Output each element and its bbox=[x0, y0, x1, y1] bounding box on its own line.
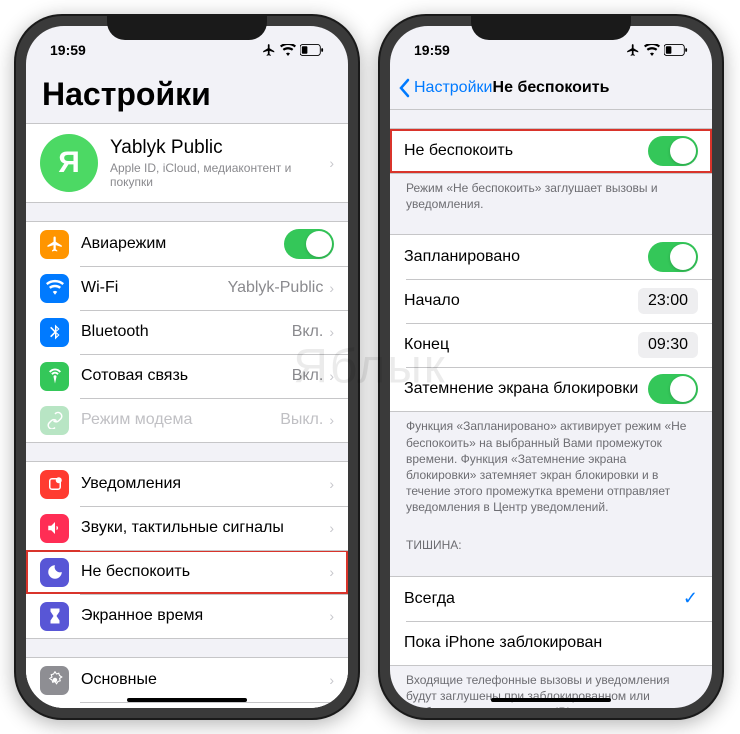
gear-icon bbox=[40, 666, 69, 695]
phone-left: 19:59 Настройки Я Yablyk Public Apple ID… bbox=[14, 14, 360, 720]
wifi-icon bbox=[280, 44, 296, 56]
battery-icon bbox=[664, 44, 688, 56]
control-center-row[interactable]: Пункт управления › bbox=[26, 702, 348, 708]
row-label: Не беспокоить bbox=[404, 142, 648, 160]
link-icon bbox=[40, 406, 69, 435]
row-label: Пока iPhone заблокирован bbox=[404, 634, 698, 652]
home-indicator[interactable] bbox=[127, 698, 247, 702]
sounds-row[interactable]: Звуки, тактильные сигналы › bbox=[26, 506, 348, 550]
bluetooth-row[interactable]: Bluetooth Вкл. › bbox=[26, 310, 348, 354]
home-indicator[interactable] bbox=[491, 698, 611, 702]
speaker-icon bbox=[40, 514, 69, 543]
profile-name: Yablyk Public bbox=[110, 137, 329, 159]
chevron-right-icon: › bbox=[329, 672, 334, 688]
row-label: Запланировано bbox=[404, 248, 648, 266]
status-time: 19:59 bbox=[414, 42, 450, 58]
airplane-icon bbox=[626, 43, 640, 57]
chevron-right-icon: › bbox=[329, 564, 334, 580]
row-detail: Вкл. bbox=[292, 367, 324, 385]
wifi-icon bbox=[40, 274, 69, 303]
nav-bar: Настройки Не беспокоить bbox=[390, 66, 712, 110]
chevron-left-icon bbox=[398, 78, 410, 98]
row-detail: Yablyk-Public bbox=[228, 279, 324, 297]
nav-title: Не беспокоить bbox=[493, 79, 610, 97]
hourglass-icon bbox=[40, 602, 69, 631]
end-time-row[interactable]: Конец 09:30 bbox=[390, 323, 712, 367]
airplane-mode-row[interactable]: Авиарежим bbox=[26, 222, 348, 266]
row-label: Всегда bbox=[404, 590, 683, 608]
status-indicators bbox=[626, 43, 688, 57]
row-detail: Вкл. bbox=[292, 323, 324, 341]
general-row[interactable]: Основные › bbox=[26, 658, 348, 702]
row-label: Wi-Fi bbox=[81, 279, 228, 297]
avatar: Я bbox=[40, 134, 98, 192]
dnd-footer: Режим «Не беспокоить» заглушает вызовы и… bbox=[390, 174, 712, 216]
end-time-value[interactable]: 09:30 bbox=[638, 332, 698, 358]
bluetooth-icon bbox=[40, 318, 69, 347]
silence-always-row[interactable]: Всегда ✓ bbox=[390, 577, 712, 621]
page-title: Настройки bbox=[26, 66, 348, 123]
screentime-row[interactable]: Экранное время › bbox=[26, 594, 348, 638]
scheduled-row[interactable]: Запланировано bbox=[390, 235, 712, 279]
chevron-right-icon: › bbox=[329, 368, 334, 384]
chevron-right-icon: › bbox=[329, 324, 334, 340]
notch bbox=[107, 14, 267, 40]
row-label: Экранное время bbox=[81, 607, 329, 625]
scheduled-toggle[interactable] bbox=[648, 242, 698, 272]
back-label: Настройки bbox=[414, 79, 492, 97]
wifi-icon bbox=[644, 44, 660, 56]
checkmark-icon: ✓ bbox=[683, 588, 698, 609]
dnd-toggle-row[interactable]: Не беспокоить bbox=[390, 129, 712, 173]
silence-locked-row[interactable]: Пока iPhone заблокирован bbox=[390, 621, 712, 665]
chevron-right-icon: › bbox=[329, 608, 334, 624]
row-label: Основные bbox=[81, 671, 329, 689]
bell-icon bbox=[40, 470, 69, 499]
airplane-toggle[interactable] bbox=[284, 229, 334, 259]
silence-header: ТИШИНА: bbox=[390, 520, 712, 558]
chevron-right-icon: › bbox=[329, 476, 334, 492]
row-label: Звуки, тактильные сигналы bbox=[81, 519, 329, 537]
dnd-toggle[interactable] bbox=[648, 136, 698, 166]
notifications-row[interactable]: Уведомления › bbox=[26, 462, 348, 506]
apple-id-row[interactable]: Я Yablyk Public Apple ID, iCloud, медиак… bbox=[26, 124, 348, 202]
row-label: Bluetooth bbox=[81, 323, 292, 341]
chevron-right-icon: › bbox=[329, 280, 334, 296]
airplane-icon bbox=[40, 230, 69, 259]
hotspot-row[interactable]: Режим модема Выкл. › bbox=[26, 398, 348, 442]
battery-icon bbox=[300, 44, 324, 56]
back-button[interactable]: Настройки bbox=[398, 78, 492, 98]
status-time: 19:59 bbox=[50, 42, 86, 58]
airplane-icon bbox=[262, 43, 276, 57]
row-label: Сотовая связь bbox=[81, 367, 292, 385]
row-label: Не беспокоить bbox=[81, 563, 329, 581]
status-indicators bbox=[262, 43, 324, 57]
cellular-row[interactable]: Сотовая связь Вкл. › bbox=[26, 354, 348, 398]
profile-subtitle: Apple ID, iCloud, медиаконтент и покупки bbox=[110, 161, 329, 189]
row-label: Затемнение экрана блокировки bbox=[404, 380, 648, 398]
chevron-right-icon: › bbox=[329, 412, 334, 428]
row-label: Конец bbox=[404, 336, 638, 354]
scheduled-footer: Функция «Запланировано» активирует режим… bbox=[390, 412, 712, 519]
start-time-value[interactable]: 23:00 bbox=[638, 288, 698, 314]
antenna-icon bbox=[40, 362, 69, 391]
phone-right: 19:59 Настройки Не беспокоить Не беспоко… bbox=[378, 14, 724, 720]
chevron-right-icon: › bbox=[329, 520, 334, 536]
do-not-disturb-row[interactable]: Не беспокоить › bbox=[26, 550, 348, 594]
start-time-row[interactable]: Начало 23:00 bbox=[390, 279, 712, 323]
dim-toggle[interactable] bbox=[648, 374, 698, 404]
chevron-right-icon: › bbox=[329, 155, 334, 171]
notch bbox=[471, 14, 631, 40]
row-label: Режим модема bbox=[81, 411, 280, 429]
row-detail: Выкл. bbox=[280, 411, 323, 429]
dim-lock-screen-row[interactable]: Затемнение экрана блокировки bbox=[390, 367, 712, 411]
row-label: Уведомления bbox=[81, 475, 329, 493]
wifi-row[interactable]: Wi-Fi Yablyk-Public › bbox=[26, 266, 348, 310]
row-label: Авиарежим bbox=[81, 235, 284, 253]
moon-icon bbox=[40, 558, 69, 587]
row-label: Начало bbox=[404, 292, 638, 310]
